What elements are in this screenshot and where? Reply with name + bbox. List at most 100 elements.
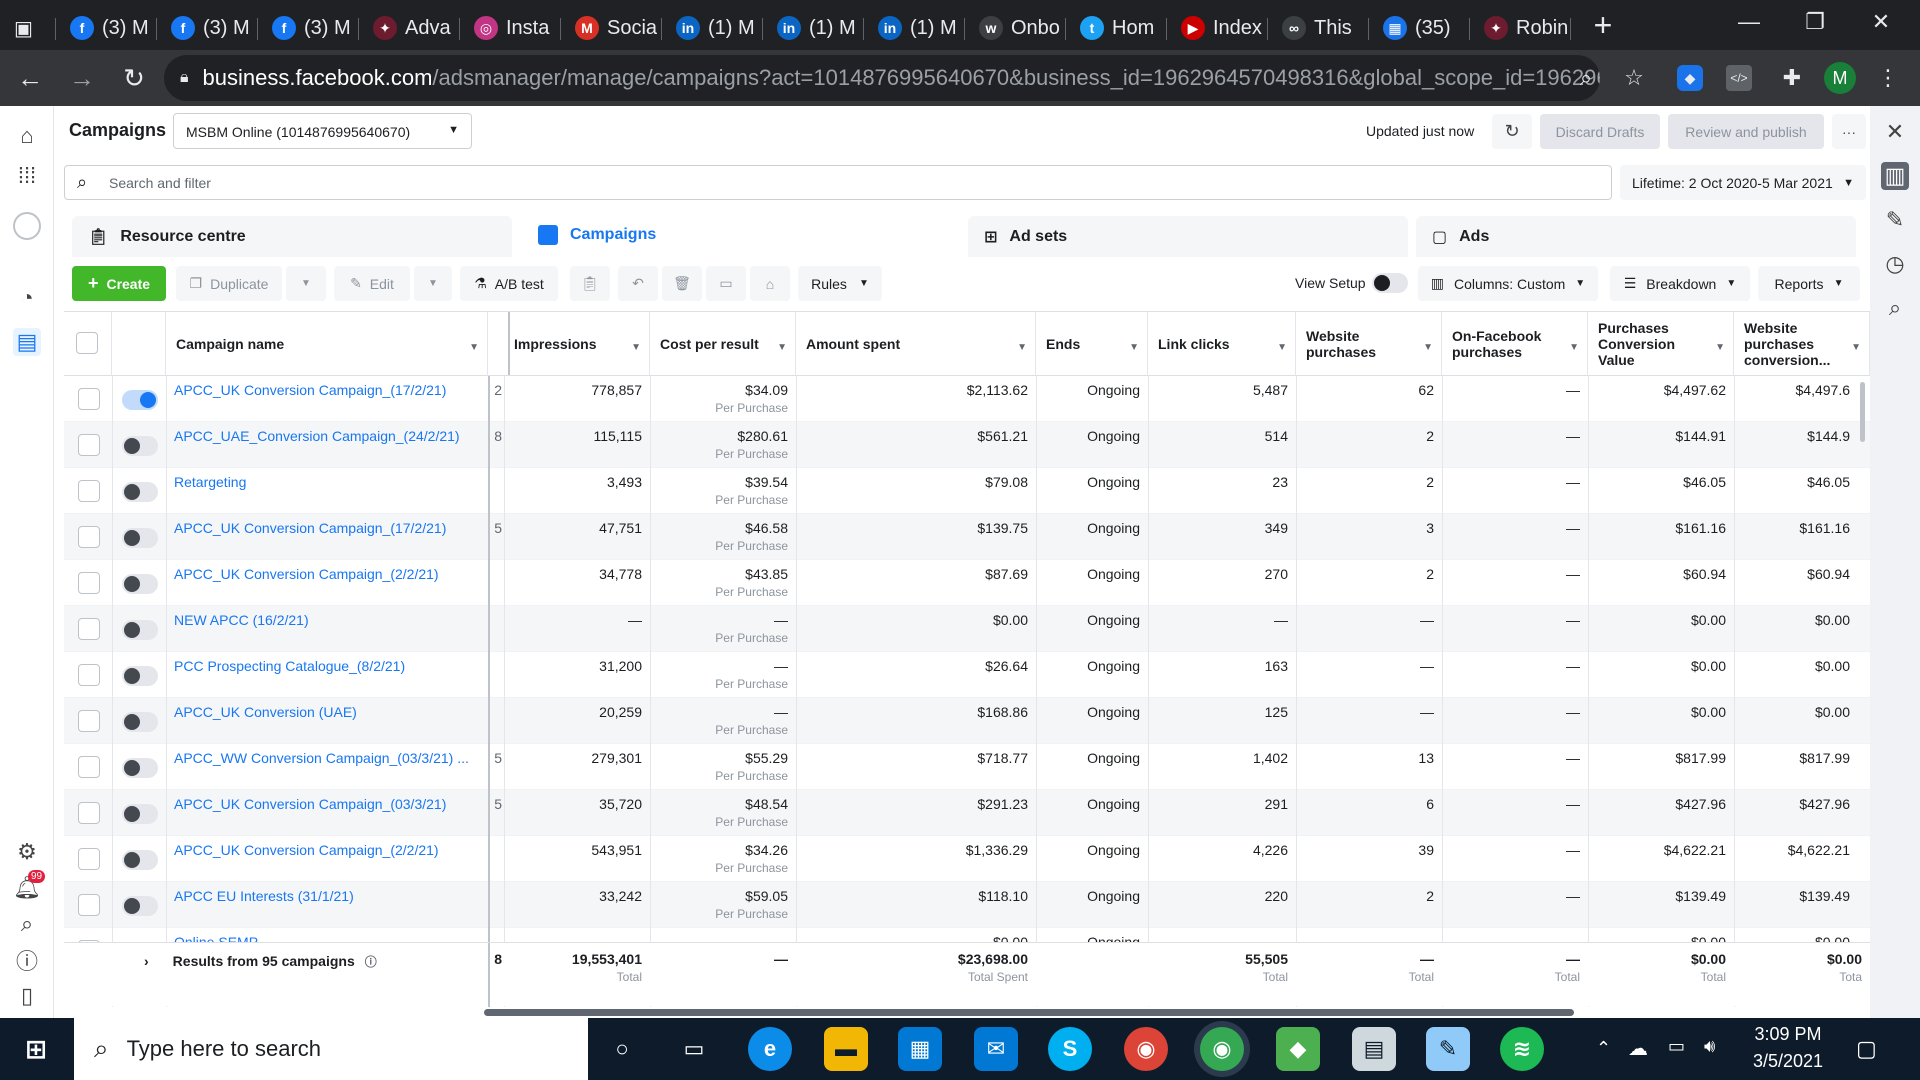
edge-icon[interactable]: e [748, 1027, 792, 1071]
task-view-icon[interactable]: ▭ [672, 1027, 716, 1071]
table-row[interactable]: APCC EU Interests (31/1/21) 33,242 $59.05 P… [64, 882, 1870, 928]
history-clock-icon[interactable]: ◷ [1881, 250, 1909, 278]
duplicate-button[interactable]: ❐ Duplicate [176, 266, 282, 301]
tab-ad-sets[interactable]: ⊞ Ad sets [968, 216, 1408, 257]
campaign-name-link[interactable]: APCC_UK Conversion Campaign_(2/2/21) [174, 842, 480, 858]
row-checkbox[interactable] [78, 802, 100, 824]
tab-ads[interactable]: ▢ Ads [1416, 216, 1856, 257]
rules-button[interactable]: Rules ▼ [798, 266, 882, 301]
table-row[interactable]: APCC_UK Conversion Campaign_(03/3/21) 5 35… [64, 790, 1870, 836]
spotify-icon[interactable]: ≋ [1500, 1027, 1544, 1071]
row-checkbox[interactable] [78, 388, 100, 410]
date-range-select[interactable]: Lifetime: 2 Oct 2020-5 Mar 2021 ▼ [1620, 165, 1866, 200]
chrome-icon[interactable]: ◉ [1124, 1027, 1168, 1071]
browser-tab[interactable]: ✦ Adva [359, 8, 460, 48]
browser-tab[interactable]: f (3) M [258, 8, 359, 48]
table-row[interactable]: NEW APCC (16/2/21) — — Per Purchase $0.00 Ong… [64, 606, 1870, 652]
row-checkbox[interactable] [78, 572, 100, 594]
restore-button[interactable]: ❐ [1782, 0, 1848, 44]
vertical-scrollbar[interactable] [1860, 382, 1865, 442]
table-row[interactable]: APCC_UAE_Conversion Campaign_(24/2/21) 8 1… [64, 422, 1870, 468]
campaign-name-link[interactable]: APCC_UK Conversion Campaign_(2/2/21) [174, 566, 480, 582]
edit-pencil-icon[interactable]: ✎ [1881, 206, 1909, 234]
review-publish-button[interactable]: Review and publish [1668, 114, 1824, 149]
browser-tab[interactable]: f (3) M [56, 8, 157, 48]
ab-test-button[interactable]: ⚗ A/B test [460, 266, 558, 301]
forward-button[interactable]: → [60, 56, 104, 100]
preview-button[interactable]: ▭ [706, 266, 746, 301]
reload-button[interactable]: ↻ [112, 56, 156, 100]
browser-tab[interactable]: in (1) M [763, 8, 864, 48]
network-app-icon[interactable]: ◆ [1276, 1027, 1320, 1071]
reports-button[interactable]: Reports ▼ [1758, 266, 1860, 301]
all-tools-grid-icon[interactable]: ⁞⁞⁞ [13, 162, 41, 190]
undo-button[interactable]: ↶ [618, 266, 658, 301]
campaign-name-link[interactable]: Retargeting [174, 474, 480, 490]
extension-code-icon[interactable]: </> [1726, 65, 1752, 91]
browser-menu-icon[interactable]: ⋮ [1872, 62, 1904, 94]
table-row[interactable]: APCC_UK Conversion Campaign_(2/2/21) 543,… [64, 836, 1870, 882]
extension-shield-icon[interactable]: ◆ [1677, 65, 1703, 91]
campaign-toggle[interactable] [122, 574, 158, 594]
discard-drafts-button[interactable]: Discard Drafts [1540, 114, 1660, 149]
table-row[interactable]: APCC_UK Conversion Campaign_(17/2/21) 2 77… [64, 376, 1870, 422]
campaign-name-link[interactable]: NEW APCC (16/2/21) [174, 612, 480, 628]
row-checkbox[interactable] [78, 434, 100, 456]
charts-icon[interactable]: ▥ [1881, 162, 1909, 190]
taskbar-clock[interactable]: 3:09 PM 3/5/2021 [1752, 1024, 1824, 1072]
campaign-name-link[interactable]: APCC_UK Conversion Campaign_(17/2/21) [174, 382, 480, 398]
zoom-icon[interactable]: ⌕ [1570, 62, 1602, 94]
campaign-toggle[interactable] [122, 804, 158, 824]
file-explorer-icon[interactable]: ▬ [824, 1027, 868, 1071]
create-button[interactable]: + Create [72, 266, 166, 301]
address-bar[interactable]: 🔒︎ business.facebook.com/adsmanager/mana… [164, 55, 1600, 101]
col-header-purchases-conversion-value[interactable]: Purchases Conversion Value ▼ [1588, 312, 1734, 376]
campaign-toggle[interactable] [122, 482, 158, 502]
chrome-profile-icon[interactable]: ◉ [1200, 1027, 1244, 1071]
campaign-name-link[interactable]: PCC Prospecting Catalogue_(8/2/21) [174, 658, 480, 674]
table-row[interactable]: APCC_UK Conversion Campaign_(2/2/21) 34,7… [64, 560, 1870, 606]
campaign-toggle[interactable] [122, 758, 158, 778]
campaign-toggle[interactable] [122, 620, 158, 640]
tab-resource-centre[interactable]: 📋︎ Resource centre [72, 216, 512, 257]
edit-dropdown[interactable]: ▼ [414, 266, 452, 301]
tab-campaigns[interactable]: Campaigns [522, 212, 962, 257]
table-row[interactable]: Retargeting 3,493 $39.54 Per Purchase $79.08… [64, 468, 1870, 514]
performance-gauge-icon[interactable]: ◔ [13, 284, 41, 312]
col-header-website-purchases[interactable]: Website purchases ▼ [1296, 312, 1442, 376]
browser-tab[interactable]: ✦ Robin [1470, 8, 1571, 48]
table-row[interactable]: APCC_UK Conversion (UAE) 20,259 — Per Purch… [64, 698, 1870, 744]
tag-button[interactable]: ⌂ [750, 266, 790, 301]
close-panel-icon[interactable]: ✕ [1881, 118, 1909, 146]
search-filter-input[interactable]: ⌕ Search and filter [64, 165, 1612, 200]
campaign-name-link[interactable]: APCC_WW Conversion Campaign_(03/3/21) ..… [174, 750, 480, 766]
col-header-website-purchases-conversion[interactable]: Website purchases conversion... ▼ [1734, 312, 1870, 376]
windows-start-icon[interactable]: ⊞ [14, 1027, 58, 1071]
campaign-toggle[interactable] [122, 528, 158, 548]
results-summary[interactable]: › Results from 95 campaigns ⓘ [144, 953, 377, 970]
close-window-button[interactable]: ✕ [1848, 0, 1914, 44]
browser-tab[interactable]: M Socia [561, 8, 662, 48]
browser-tab[interactable]: in (1) M [864, 8, 965, 48]
col-header-impressions[interactable]: Impressions ▼ [504, 312, 650, 376]
view-setup-toggle[interactable] [1372, 273, 1408, 293]
more-options-button[interactable]: ··· [1832, 114, 1866, 149]
campaign-toggle[interactable] [122, 390, 158, 410]
campaign-toggle[interactable] [122, 712, 158, 732]
skype-icon[interactable]: S [1048, 1027, 1092, 1071]
search-icon[interactable]: ⌕ [13, 910, 41, 938]
row-checkbox[interactable] [78, 756, 100, 778]
col-header-cost-per-result[interactable]: Cost per result ▼ [650, 312, 796, 376]
campaign-name-link[interactable]: APCC_UK Conversion Campaign_(17/2/21) [174, 520, 480, 536]
campaign-name-link[interactable]: APCC_UK Conversion (UAE) [174, 704, 480, 720]
table-row[interactable]: PCC Prospecting Catalogue_(8/2/21) 31,200… [64, 652, 1870, 698]
campaign-toggle[interactable] [122, 666, 158, 686]
columns-button[interactable]: ▥ Columns: Custom ▼ [1418, 266, 1598, 301]
new-tab-button[interactable]: + [1581, 3, 1625, 47]
row-checkbox[interactable] [78, 664, 100, 686]
browser-tab[interactable]: w Onbo [965, 8, 1066, 48]
home-icon[interactable]: ⌂ [13, 122, 41, 150]
col-header-campaign-name[interactable]: Campaign name ▼ [166, 312, 488, 376]
campaign-toggle[interactable] [122, 436, 158, 456]
refresh-button[interactable]: ↻ [1492, 114, 1532, 149]
